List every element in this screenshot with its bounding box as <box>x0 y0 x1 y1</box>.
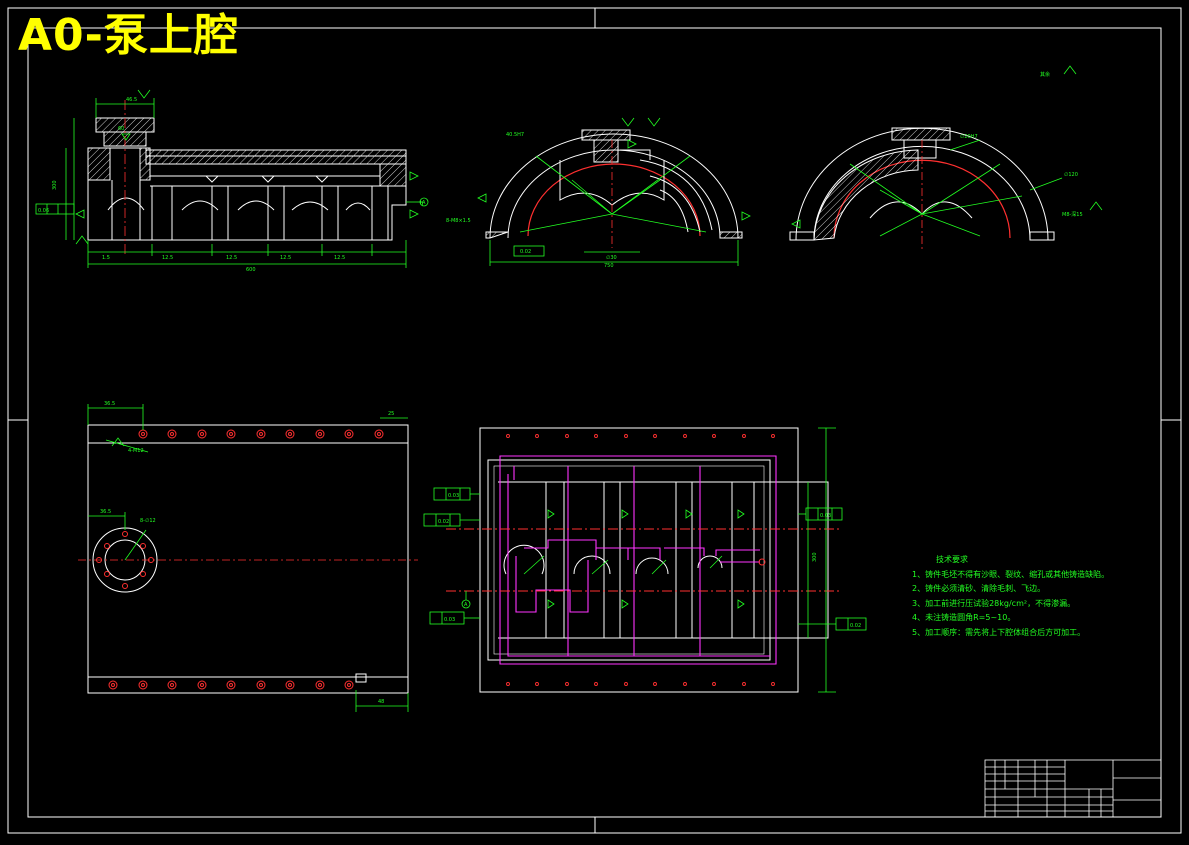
svg-text:0.06: 0.06 <box>38 208 49 214</box>
plan-view-left: 36.5 25 36.5 48 8-∅12 4-M12 <box>78 401 418 712</box>
svg-text:∅30: ∅30 <box>606 255 617 261</box>
drawing-sheet: 46.5 1.5 12.5 12.5 12.5 12.5 600 300 0.0… <box>0 0 1189 841</box>
requirement-item: 1、铸件毛坯不得有沙眼、裂纹、缩孔或其他铸造缺陷。 <box>912 569 1110 579</box>
svg-text:8-∅12: 8-∅12 <box>140 518 156 524</box>
svg-text:12.5: 12.5 <box>162 255 173 261</box>
svg-text:36.5: 36.5 <box>104 401 115 407</box>
svg-text:25: 25 <box>388 411 394 417</box>
title-block <box>984 759 1162 818</box>
svg-text:750: 750 <box>604 263 614 269</box>
svg-text:12.5: 12.5 <box>334 255 345 261</box>
svg-text:12.5: 12.5 <box>280 255 291 261</box>
datum-a-label: A <box>464 602 468 608</box>
svg-text:0.02: 0.02 <box>438 519 449 525</box>
svg-text:4-M12: 4-M12 <box>128 448 144 454</box>
technical-requirements-heading: 技术要求 <box>936 555 968 564</box>
svg-text:40.5H7: 40.5H7 <box>506 132 524 138</box>
svg-text:0.02: 0.02 <box>520 249 531 255</box>
requirement-item: 3、加工前进行压试验28kg/cm²，不得渗漏。 <box>912 598 1076 608</box>
front-section-view: 46.5 1.5 12.5 12.5 12.5 12.5 600 300 0.0… <box>35 89 429 273</box>
cad-drawing: 46.5 1.5 12.5 12.5 12.5 12.5 600 300 0.0… <box>7 7 1182 834</box>
svg-text:0.03: 0.03 <box>448 493 459 499</box>
svg-text:0.03: 0.03 <box>444 617 455 623</box>
svg-text:8-M8×1.5: 8-M8×1.5 <box>446 218 471 224</box>
svg-text:60: 60 <box>118 126 124 132</box>
svg-text:46.5: 46.5 <box>126 97 137 103</box>
svg-text:600: 600 <box>246 267 256 273</box>
svg-text:12.5: 12.5 <box>226 255 237 261</box>
svg-text:36.5: 36.5 <box>100 509 111 515</box>
plan-view-right: 300 0.03 0.02 0.03 0.03 0.02 A A <box>422 200 867 693</box>
requirement-item: 5、加工顺序：需先将上下腔体组合后方可加工。 <box>912 627 1086 637</box>
requirement-item: 2、铸件必须清砂、清除毛刺、飞边。 <box>912 584 1046 593</box>
end-section-view <box>789 127 1055 250</box>
svg-text:0.02: 0.02 <box>850 623 861 629</box>
svg-text:48: 48 <box>378 699 384 705</box>
drawing-title: A0-泵上腔 <box>18 10 239 61</box>
side-section-view <box>485 129 743 248</box>
svg-text:300: 300 <box>52 180 58 190</box>
svg-text:1.5: 1.5 <box>102 255 110 261</box>
datum-b-label: B <box>420 201 424 207</box>
svg-text:∅120: ∅120 <box>1064 172 1078 178</box>
svg-text:其余: 其余 <box>1040 71 1050 78</box>
svg-text:∅20H7: ∅20H7 <box>960 134 978 140</box>
svg-text:0.03: 0.03 <box>820 513 831 519</box>
datum-b-tag: B <box>420 201 424 207</box>
svg-text:300: 300 <box>812 552 818 562</box>
technical-requirements: 技术要求 1、铸件毛坯不得有沙眼、裂纹、缩孔或其他铸造缺陷。 2、铸件必须清砂、… <box>912 553 1152 640</box>
requirement-item: 4、未注铸造圆角R=5~10。 <box>912 613 1016 622</box>
svg-text:M8-深15: M8-深15 <box>1062 211 1083 218</box>
